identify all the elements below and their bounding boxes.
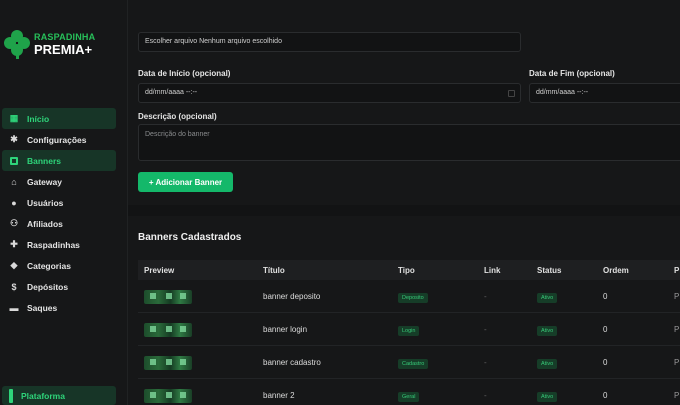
column-header-ordem: Ordem [603, 266, 629, 275]
sidebar-item-usuarios[interactable]: ● Usuários [2, 192, 116, 213]
end-date-value: dd/mm/aaaa --:-- [536, 89, 589, 96]
sidebar-item-label: Gateway [27, 176, 62, 187]
table-row[interactable]: banner 2 Geral - Ativo 0 P [138, 379, 680, 405]
clover-icon [4, 30, 30, 59]
sidebar-item-depositos[interactable]: $ Depósitos [2, 276, 116, 297]
sidebar-item-label: Saques [27, 302, 58, 313]
column-header-link: Link [484, 266, 501, 275]
network-icon: ⚇ [9, 218, 19, 228]
end-date-input[interactable]: dd/mm/aaaa --:-- [529, 83, 680, 103]
brand-line2: PREMIA+ [34, 41, 93, 57]
type-badge: Deposito [398, 293, 428, 303]
brand-line1: RASPADINHA [34, 31, 96, 42]
platform-label: Plataforma [21, 390, 65, 401]
grid-icon: ▦ [9, 113, 19, 123]
sidebar-item-saques[interactable]: ▬ Saques [2, 297, 116, 318]
sidebar-item-gateway[interactable]: ⌂ Gateway [2, 171, 116, 192]
row-link: - [484, 325, 487, 334]
row-order: 0 [603, 358, 608, 367]
admin-app: RASPADINHA PREMIA+ ▦ Início ✱ Configuraç… [0, 0, 680, 405]
row-clipped-cell: P [674, 358, 680, 367]
status-badge: Ativo [537, 326, 558, 336]
row-link: - [484, 292, 487, 301]
column-header-preview: Preview [144, 266, 175, 275]
sidebar-item-plataforma[interactable]: Plataforma [2, 386, 116, 405]
end-date-label: Data de Fim (opcional) [529, 69, 615, 78]
banner-preview-image [144, 389, 192, 403]
banners-table-panel: Banners Cadastrados Preview Título Tipo … [128, 216, 680, 405]
sidebar-item-configuracoes[interactable]: ✱ Configurações [2, 129, 116, 150]
dollar-icon: $ [11, 281, 17, 292]
sidebar-item-label: Categorias [27, 260, 71, 271]
banner-preview-image [144, 356, 192, 370]
file-input[interactable]: Escolher arquivo Nenhum arquivo escolhid… [138, 32, 521, 52]
type-badge: Login [398, 326, 420, 336]
column-header-status: Status [537, 266, 562, 275]
row-title: banner 2 [263, 391, 295, 400]
sidebar-nav: ▦ Início ✱ Configurações Banners ⌂ Gatew… [0, 108, 128, 318]
table-row[interactable]: banner login Login - Ativo 0 P [138, 313, 680, 346]
sidebar-item-label: Início [27, 113, 50, 124]
sidebar-item-label: Banners [27, 155, 62, 166]
row-title: banner login [263, 325, 308, 334]
start-date-input[interactable]: dd/mm/aaaa --:-- [138, 83, 521, 103]
sidebar-item-raspadinhas[interactable]: ✚ Raspadinhas [2, 234, 116, 255]
row-clipped-cell: P [674, 292, 680, 301]
users-icon: ● [11, 197, 17, 208]
sidebar-item-label: Afiliados [27, 218, 63, 229]
start-date-value: dd/mm/aaaa --:-- [145, 89, 198, 96]
status-badge: Ativo [537, 293, 558, 303]
banner-form: Escolher arquivo Nenhum arquivo escolhid… [128, 0, 680, 205]
image-icon [9, 156, 19, 166]
column-header-p: P [674, 266, 680, 275]
bank-icon: ⌂ [11, 176, 17, 187]
panel-title: Banners Cadastrados [138, 232, 242, 243]
tag-icon: ◆ [10, 260, 18, 270]
gear-icon: ✱ [10, 134, 18, 144]
sidebar-item-label: Depósitos [27, 281, 69, 292]
description-label: Descrição (opcional) [138, 112, 217, 121]
row-link: - [484, 358, 487, 367]
add-banner-button[interactable]: + Adicionar Banner [138, 172, 233, 192]
wallet-icon: ▬ [9, 302, 19, 313]
row-order: 0 [603, 391, 608, 400]
banner-preview-image [144, 323, 192, 337]
sidebar-item-categorias[interactable]: ◆ Categorias [2, 255, 116, 276]
sidebar-item-afiliados[interactable]: ⚇ Afiliados [2, 213, 116, 234]
row-clipped-cell: P [674, 325, 680, 334]
table-row[interactable]: banner deposito Deposito - Ativo 0 P [138, 280, 680, 313]
status-badge: Ativo [537, 359, 558, 369]
status-badge: Ativo [537, 392, 558, 402]
start-date-label: Data de Início (opcional) [138, 69, 231, 78]
row-order: 0 [603, 325, 608, 334]
sidebar-item-label: Configurações [27, 134, 87, 145]
table-header: Preview Título Tipo Link Status Ordem P [138, 260, 680, 280]
sidebar-item-label: Raspadinhas [27, 239, 80, 250]
row-title: banner deposito [263, 292, 321, 301]
type-badge: Geral [398, 392, 420, 402]
puzzle-icon: ✚ [10, 239, 18, 249]
sidebar-item-inicio[interactable]: ▦ Início [2, 108, 116, 129]
row-title: banner cadastro [263, 358, 321, 367]
brand-logo[interactable]: RASPADINHA PREMIA+ [4, 30, 96, 59]
row-link: - [484, 391, 487, 400]
table-row[interactable]: banner cadastro Cadastro - Ativo 0 P [138, 346, 680, 379]
type-badge: Cadastro [398, 359, 429, 369]
sidebar-item-label: Usuários [27, 197, 64, 208]
banner-preview-image [144, 290, 192, 304]
sidebar-item-banners[interactable]: Banners [2, 150, 116, 171]
column-header-titulo: Título [263, 266, 285, 275]
column-header-tipo: Tipo [398, 266, 415, 275]
calendar-icon[interactable] [508, 90, 515, 97]
sidebar: RASPADINHA PREMIA+ ▦ Início ✱ Configuraç… [0, 0, 128, 405]
row-clipped-cell: P [674, 391, 680, 400]
monitor-icon [9, 388, 13, 403]
description-field[interactable]: Descrição do banner [138, 124, 680, 161]
row-order: 0 [603, 292, 608, 301]
